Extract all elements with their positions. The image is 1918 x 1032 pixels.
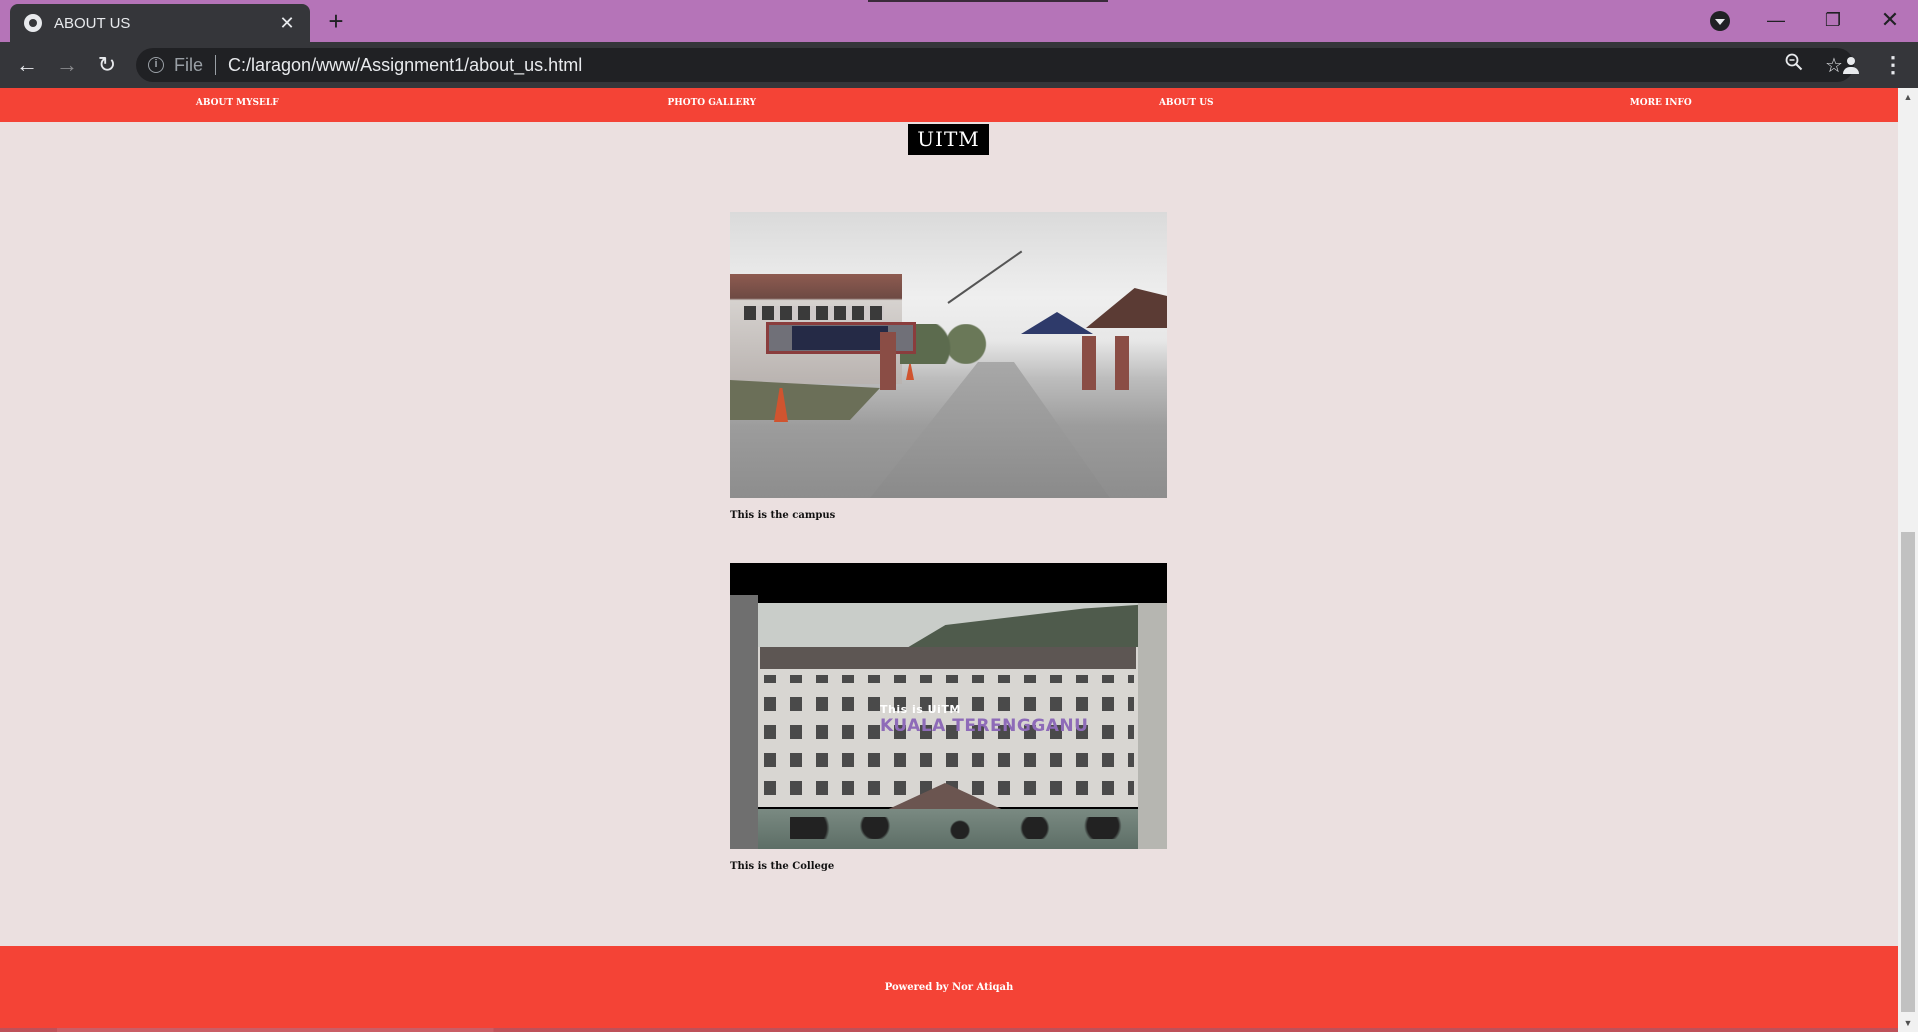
browser-title-bar: ABOUT US ✕ + — ❐ ✕ xyxy=(0,0,1918,42)
info-icon[interactable]: i xyxy=(148,57,164,73)
title-bar-indicator xyxy=(868,0,1108,2)
college-video[interactable]: This is UiTM KUALA TERENGGANU xyxy=(730,563,1167,849)
site-logo: UITM xyxy=(908,124,989,155)
profile-button[interactable] xyxy=(1836,50,1866,80)
address-separator xyxy=(215,55,217,75)
reload-button[interactable]: ↻ xyxy=(92,50,122,80)
nav-link-about-us[interactable]: ABOUT US xyxy=(949,88,1424,122)
browser-toolbar: ← → ↻ i File C:/laragon/www/Assignment1/… xyxy=(0,42,1918,88)
nav-link-about-myself[interactable]: ABOUT MYSELF xyxy=(0,88,475,122)
campus-photo xyxy=(730,212,1167,498)
forward-button[interactable]: → xyxy=(52,50,82,80)
tab-title: ABOUT US xyxy=(54,14,131,32)
kebab-menu-icon[interactable]: ⋮ xyxy=(1878,50,1908,80)
address-bar[interactable]: i File C:/laragon/www/Assignment1/about_… xyxy=(136,48,1854,82)
scroll-down-arrow-icon[interactable]: ▼ xyxy=(1898,1014,1918,1032)
scroll-up-arrow-icon[interactable]: ▲ xyxy=(1898,88,1918,106)
window-close-button[interactable]: ✕ xyxy=(1862,4,1918,36)
college-figure: This is UiTM KUALA TERENGGANU This is th… xyxy=(730,563,1167,872)
zoom-icon[interactable] xyxy=(1774,53,1814,77)
new-tab-button[interactable]: + xyxy=(322,8,350,36)
campus-figure: This is the campus xyxy=(730,212,1167,521)
url-scheme: File xyxy=(174,54,204,75)
college-caption: This is the College xyxy=(730,861,835,872)
scroll-thumb[interactable] xyxy=(1901,532,1915,1012)
site-nav: ABOUT MYSELF PHOTO GALLERY ABOUT US MORE… xyxy=(0,88,1898,122)
video-overlay-subtitle: KUALA TERENGGANU xyxy=(880,716,1089,736)
globe-icon xyxy=(24,14,42,32)
video-overlay-title: This is UiTM xyxy=(880,703,961,716)
minimize-button[interactable]: — xyxy=(1748,4,1804,36)
back-button[interactable]: ← xyxy=(12,50,42,80)
footer-credit: Powered by Nor Atiqah xyxy=(884,982,1014,993)
browser-tab-active[interactable]: ABOUT US ✕ xyxy=(10,4,310,42)
profile-icon xyxy=(1842,56,1860,74)
url-text[interactable]: C:/laragon/www/Assignment1/about_us.html xyxy=(228,55,582,76)
page-scrollbar[interactable]: ▲ ▼ xyxy=(1898,88,1918,1032)
tab-close-button[interactable]: ✕ xyxy=(276,13,298,34)
campus-caption: This is the campus xyxy=(730,510,836,521)
tab-search-icon[interactable] xyxy=(1710,11,1730,31)
page-viewport: ABOUT MYSELF PHOTO GALLERY ABOUT US MORE… xyxy=(0,88,1898,1032)
footer-strip xyxy=(0,1028,1898,1032)
nav-link-photo-gallery[interactable]: PHOTO GALLERY xyxy=(475,88,950,122)
nav-link-more-info[interactable]: MORE INFO xyxy=(1424,88,1899,122)
site-footer: Powered by Nor Atiqah xyxy=(0,946,1898,1032)
restore-button[interactable]: ❐ xyxy=(1805,4,1861,36)
